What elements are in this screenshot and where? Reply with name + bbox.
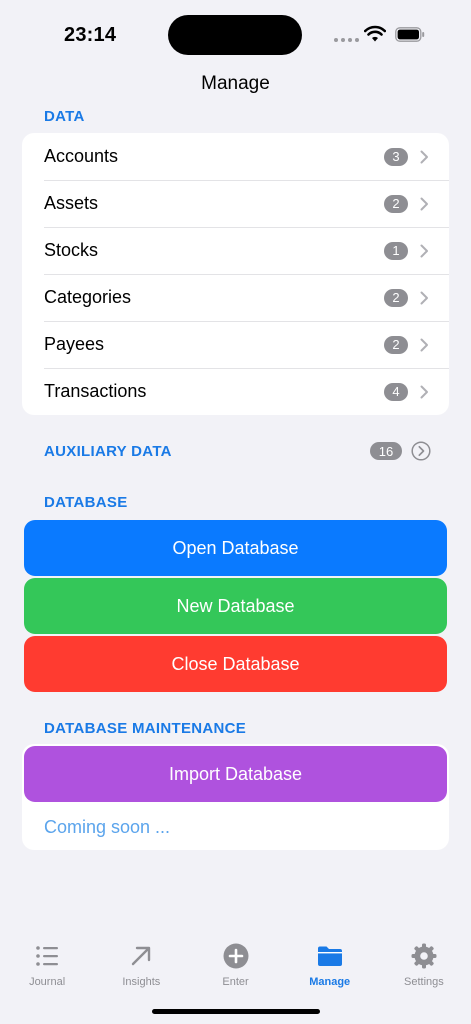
status-time: 23:14	[64, 24, 117, 46]
tab-manage[interactable]: Manage	[283, 932, 377, 1002]
open-database-button[interactable]: Open Database	[24, 520, 447, 576]
chevron-circle-right-icon[interactable]	[411, 441, 431, 461]
list-item-stocks[interactable]: Stocks 1	[22, 227, 449, 274]
arrow-up-right-icon	[132, 946, 151, 966]
count-badge: 2	[384, 194, 408, 213]
status-bar: 23:14	[0, 0, 471, 70]
section-header-database: DATABASE	[44, 494, 128, 511]
gear-icon	[411, 943, 437, 969]
tab-label: Enter	[222, 976, 249, 988]
section-header-maintenance: DATABASE MAINTENANCE	[44, 720, 247, 737]
count-badge: 4	[384, 382, 408, 401]
wifi-icon	[364, 25, 386, 42]
row-label: Assets	[44, 193, 99, 213]
chevron-right-icon	[420, 338, 428, 351]
count-badge: 2	[384, 335, 408, 354]
battery-icon	[395, 27, 425, 42]
chevron-right-icon	[420, 291, 428, 304]
plus-circle-icon	[223, 943, 248, 969]
data-list: Accounts 3 Assets 2 Stocks 1 Categories …	[22, 133, 449, 415]
cellular-signal-icon	[334, 38, 359, 42]
row-label: Transactions	[44, 381, 147, 401]
chevron-right-icon	[420, 150, 428, 163]
tab-label: Manage	[309, 976, 351, 988]
folder-icon	[317, 946, 342, 966]
section-header-data: DATA	[44, 108, 85, 125]
coming-soon-text: Coming soon ...	[44, 817, 171, 837]
chevron-right-icon	[420, 197, 428, 210]
tab-label: Insights	[122, 976, 161, 988]
dynamic-island	[168, 15, 302, 55]
tab-label: Settings	[404, 976, 444, 988]
tab-journal[interactable]: Journal	[0, 932, 94, 1002]
row-label: Accounts	[44, 146, 119, 166]
chevron-right-icon	[420, 385, 428, 398]
list-item-accounts[interactable]: Accounts 3	[22, 133, 449, 180]
section-header-auxiliary: AUXILIARY DATA	[44, 442, 172, 460]
tab-insights[interactable]: Insights	[94, 932, 188, 1002]
list-item-transactions[interactable]: Transactions 4	[22, 368, 449, 415]
row-label: Stocks	[44, 240, 99, 260]
close-database-button[interactable]: Close Database	[24, 636, 447, 692]
list-item-assets[interactable]: Assets 2	[22, 180, 449, 227]
tab-bar: Journal Insights Enter Manage Settings	[0, 932, 471, 1002]
chevron-right-icon	[420, 244, 428, 257]
row-label: Categories	[44, 287, 132, 307]
tab-enter[interactable]: Enter	[188, 932, 282, 1002]
home-indicator	[152, 1009, 320, 1014]
list-item-payees[interactable]: Payees 2	[22, 321, 449, 368]
list-icon	[36, 946, 59, 966]
count-badge: 16	[370, 442, 402, 460]
count-badge: 1	[384, 241, 408, 260]
list-item-categories[interactable]: Categories 2	[22, 274, 449, 321]
import-database-button[interactable]: Import Database	[24, 746, 447, 802]
tab-settings[interactable]: Settings	[377, 932, 471, 1002]
row-label: Payees	[44, 334, 105, 354]
tab-label: Journal	[29, 976, 66, 988]
page-title: Manage	[201, 73, 270, 94]
auxiliary-data-row[interactable]: AUXILIARY DATA 16	[44, 440, 431, 462]
count-badge: 2	[384, 288, 408, 307]
new-database-button[interactable]: New Database	[24, 578, 447, 634]
count-badge: 3	[384, 147, 408, 166]
